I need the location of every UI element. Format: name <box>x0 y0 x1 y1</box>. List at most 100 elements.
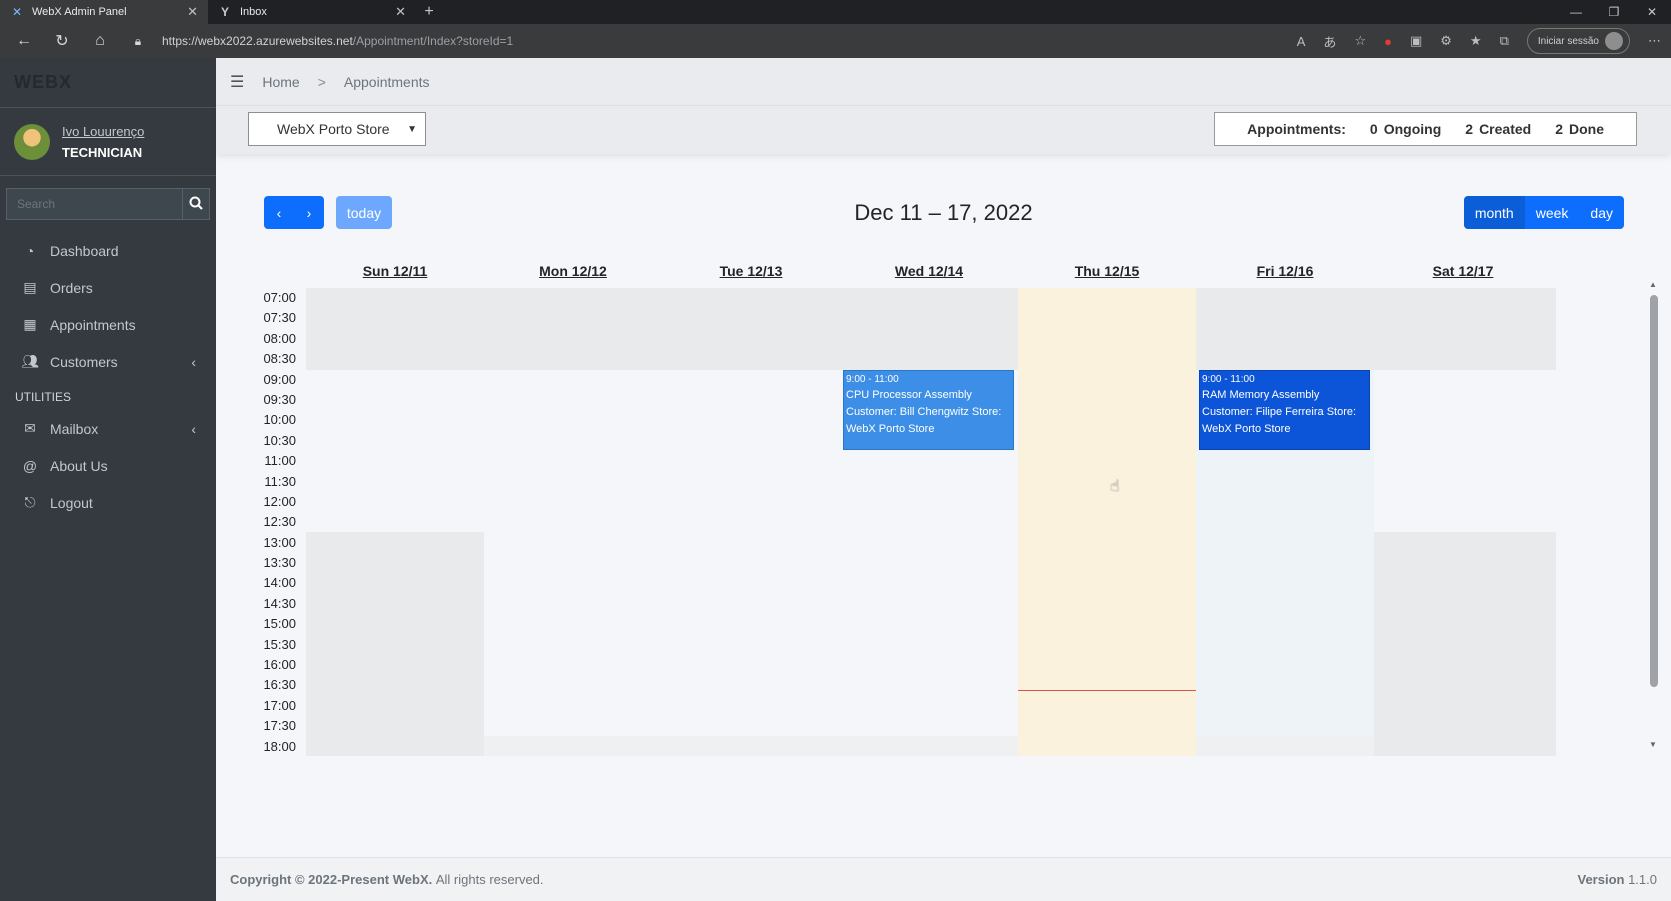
url-path: /Appointment/Index?storeId=1 <box>352 34 514 48</box>
collections-icon[interactable]: ⧉ <box>1500 33 1509 49</box>
view-month-button[interactable]: month <box>1463 196 1525 229</box>
view-day-button[interactable]: day <box>1579 196 1624 229</box>
close-icon[interactable]: ✕ <box>187 4 198 20</box>
sidebar-item-appointments[interactable]: ▦ Appointments <box>0 306 216 343</box>
stats-created: 2 Created <box>1465 121 1531 137</box>
calendar-grid[interactable]: 9:00 - 11:00 CPU Processor Assembly Cust… <box>306 288 1556 756</box>
event-cpu-assembly[interactable]: 9:00 - 11:00 CPU Processor Assembly Cust… <box>843 370 1014 450</box>
restore-icon[interactable]: ❐ <box>1595 0 1633 24</box>
day-header-thu[interactable]: Thu 12/15 <box>1018 263 1196 283</box>
home-icon[interactable]: ⌂ <box>86 27 114 55</box>
yahoo-favicon-icon: Y <box>220 5 229 19</box>
day-header-sun[interactable]: Sun 12/11 <box>306 263 484 283</box>
browser-tab-bar: ✕ WebX Admin Panel ✕ Y Inbox ✕ + — ❐ ✕ <box>0 0 1671 24</box>
sidebar-item-orders[interactable]: ▤ Orders <box>0 269 216 306</box>
time-label: 17:30 <box>263 718 296 734</box>
translate-icon[interactable]: あ <box>1323 32 1336 51</box>
brand-logo[interactable]: WEBX <box>0 58 216 108</box>
event-title: RAM Memory Assembly <box>1202 389 1320 401</box>
day-header-wed[interactable]: Wed 12/14 <box>840 263 1018 283</box>
day-header-fri[interactable]: Fri 12/16 <box>1196 263 1374 283</box>
time-label: 07:00 <box>263 290 296 305</box>
view-switcher: month week day <box>1463 196 1624 229</box>
refresh-icon[interactable]: ↻ <box>48 27 76 55</box>
ongoing-label: Ongoing <box>1383 121 1442 137</box>
created-count: 2 <box>1465 121 1474 137</box>
event-time: 9:00 - 11:00 <box>846 374 899 385</box>
minimize-icon[interactable]: — <box>1557 0 1595 24</box>
signin-button[interactable]: Iniciar sessão <box>1526 28 1630 54</box>
today-button[interactable]: today <box>336 196 392 229</box>
event-ram-assembly[interactable]: 9:00 - 11:00 RAM Memory Assembly Custome… <box>1199 370 1370 450</box>
sidebar-item-about[interactable]: @ About Us <box>0 447 216 484</box>
favorites-icon[interactable]: ★ <box>1470 33 1482 49</box>
scrollbar-thumb[interactable] <box>1650 295 1658 687</box>
url-field[interactable]: https://webx2022.azurewebsites.net/Appoi… <box>162 34 513 48</box>
new-tab-button[interactable]: + <box>416 0 442 24</box>
calendar-scrollbar[interactable]: ▲ ▼ <box>1647 270 1659 750</box>
sidebar-item-customers[interactable]: 👥︎ Customers ‹ <box>0 343 216 380</box>
close-icon[interactable]: ✕ <box>395 4 406 20</box>
week-calendar: Sun 12/11 Mon 12/12 Tue 12/13 Wed 12/14 … <box>240 258 1659 808</box>
calendar-day-headers: Sun 12/11 Mon 12/12 Tue 12/13 Wed 12/14 … <box>306 263 1552 283</box>
calendar-title: Dec 11 – 17, 2022 <box>854 200 1033 225</box>
time-label: 11:00 <box>264 453 296 469</box>
extensions-icon[interactable]: ⚙ <box>1440 33 1452 49</box>
favorite-add-icon[interactable]: ☆ <box>1354 33 1366 49</box>
search-input[interactable] <box>6 188 183 220</box>
sidebar-item-label: About Us <box>50 457 108 474</box>
user-name-link[interactable]: Ivo Louurenço <box>62 124 144 139</box>
sidebar-item-label: Customers <box>50 353 118 370</box>
users-icon: 👥︎ <box>21 353 39 369</box>
time-label: 15:00 <box>263 616 296 632</box>
sidebar-item-logout[interactable]: ⎋ Logout <box>0 484 216 521</box>
appointment-stats: Appointments: 0 Ongoing 2 Created 2 Done <box>1214 112 1637 146</box>
breadcrumb-home[interactable]: Home <box>262 74 299 90</box>
calendar-icon: ▦ <box>23 316 37 332</box>
sidebar-item-label: Logout <box>50 494 93 511</box>
stats-ongoing: 0 Ongoing <box>1370 121 1441 137</box>
scroll-up-icon[interactable]: ▲ <box>1649 280 1657 289</box>
logout-icon: ⎋ <box>24 494 36 510</box>
scroll-down-icon[interactable]: ▼ <box>1649 740 1657 749</box>
event-detail: Customer: Filipe Ferreira Store: WebX Po… <box>1202 406 1357 435</box>
day-header-mon[interactable]: Mon 12/12 <box>484 263 662 283</box>
hand-cursor-icon: ☝ <box>1110 478 1120 495</box>
day-header-tue[interactable]: Tue 12/13 <box>662 263 840 283</box>
menu-toggle-icon[interactable]: ☰ <box>230 72 244 92</box>
webx-favicon-icon: ✕ <box>11 5 23 19</box>
time-label: 18:00 <box>263 738 296 754</box>
extension-red-icon[interactable]: ● <box>1384 34 1392 49</box>
day-header-sat[interactable]: Sat 12/17 <box>1374 263 1552 283</box>
back-icon[interactable]: ← <box>10 27 38 55</box>
stats-done: 2 Done <box>1555 121 1604 137</box>
search-button[interactable] <box>183 188 210 220</box>
tab-webx-admin[interactable]: ✕ WebX Admin Panel ✕ <box>0 0 208 24</box>
next-week-button[interactable]: › <box>294 196 324 229</box>
sidebar: WEBX Ivo Louurenço TECHNICIAN ◔ Dashboard… <box>0 58 216 901</box>
prev-week-button[interactable]: ‹ <box>264 196 294 229</box>
footer-rights: All rights reserved. <box>435 872 544 887</box>
close-window-icon[interactable]: ✕ <box>1633 0 1671 24</box>
chevron-left-icon: ‹ <box>191 420 196 437</box>
user-avatar[interactable] <box>14 123 50 160</box>
breadcrumb: ☰ Home > Appointments <box>216 58 1671 106</box>
lock-icon[interactable]: 🔒︎ <box>124 27 152 55</box>
sidebar-item-mailbox[interactable]: ✉ Mailbox ‹ <box>0 410 216 447</box>
tab-inbox[interactable]: Y Inbox ✕ <box>208 0 416 24</box>
sidebar-item-dashboard[interactable]: ◔ Dashboard <box>0 232 216 269</box>
tab-title: Inbox <box>240 6 267 18</box>
version-number: 1.1.0 <box>1628 872 1657 887</box>
version-label: Version <box>1577 872 1625 887</box>
store-select[interactable]: WebX Porto Store ▼ <box>248 112 426 146</box>
time-label: 13:30 <box>263 555 296 571</box>
read-aloud-icon[interactable]: A <box>1297 34 1306 49</box>
more-options-icon[interactable]: ⋯ <box>1648 33 1661 49</box>
at-icon: @ <box>22 457 38 474</box>
view-week-button[interactable]: week <box>1524 196 1580 229</box>
chevron-down-icon: ▼ <box>407 123 417 135</box>
time-label: 08:30 <box>263 351 296 367</box>
filter-bar: WebX Porto Store ▼ Appointments: 0 Ongoin… <box>216 106 1671 154</box>
time-label: 09:30 <box>263 391 296 407</box>
extension-gray-icon[interactable]: ▣ <box>1410 33 1422 49</box>
